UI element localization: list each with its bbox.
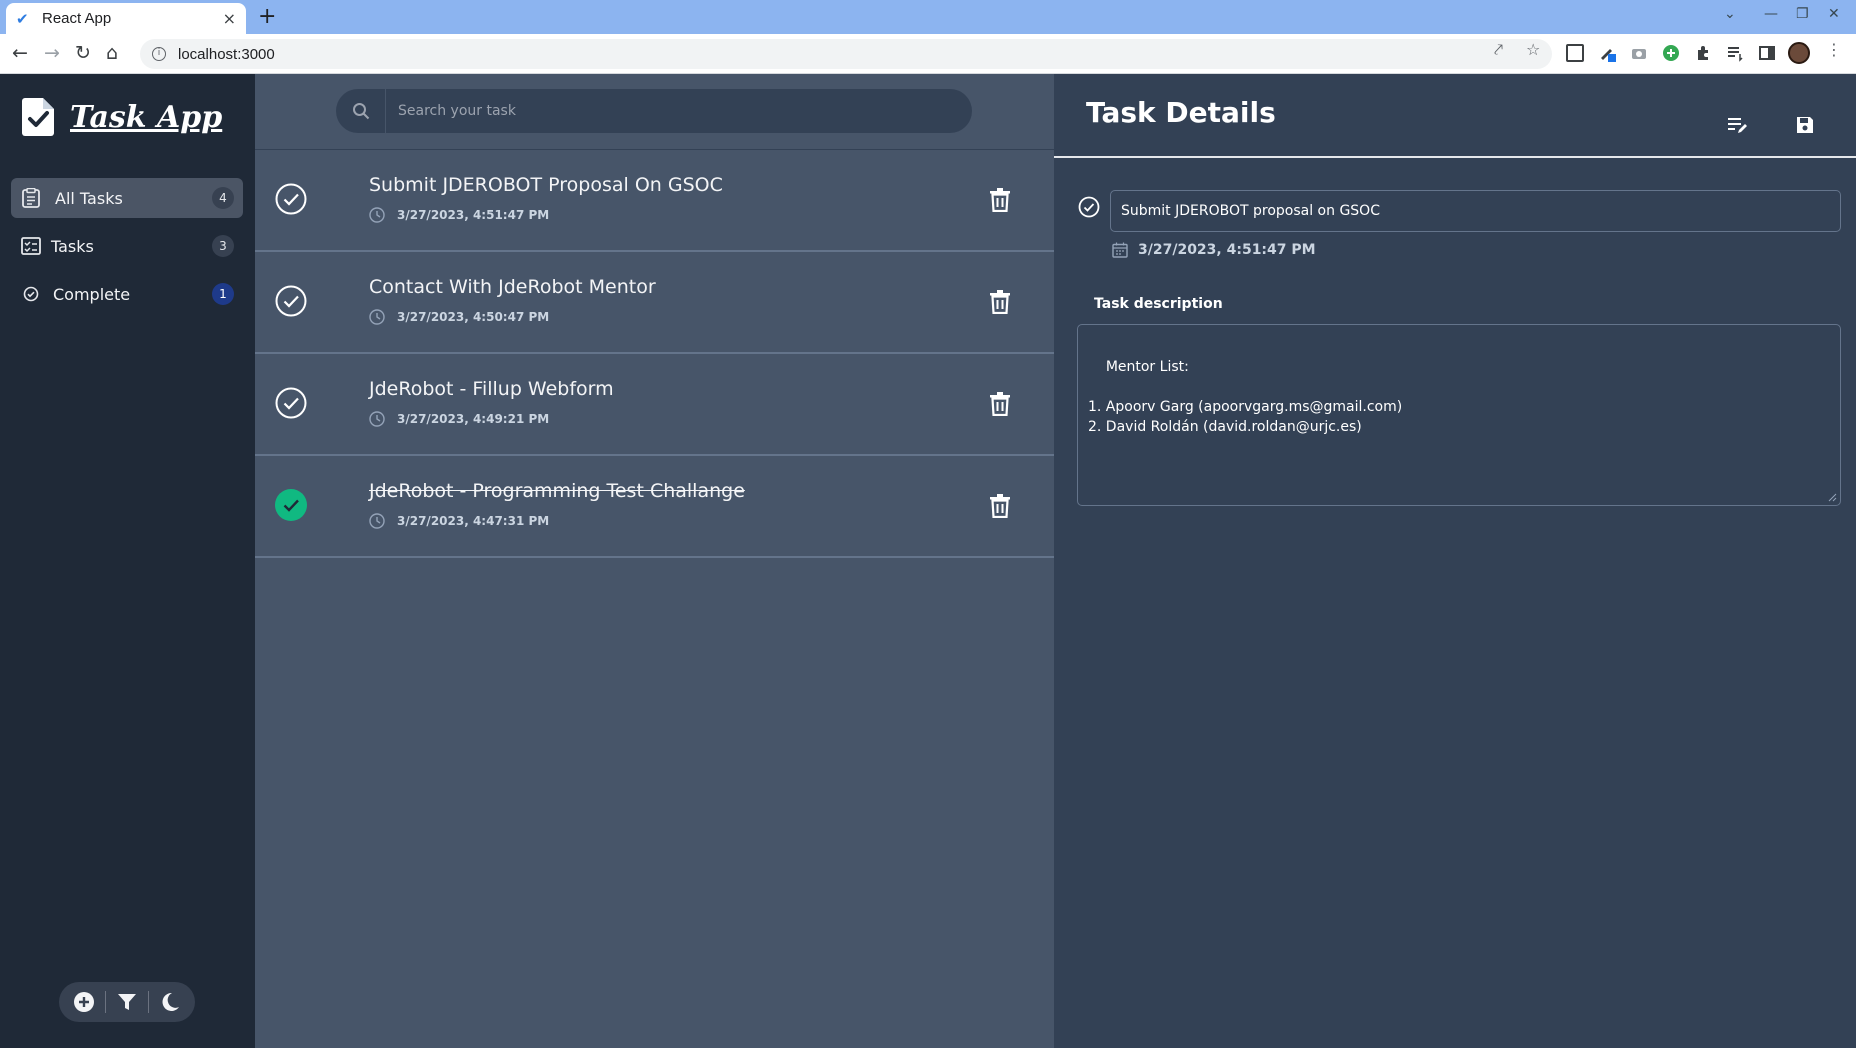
task-details-panel: Task Details Submit JDEROBOT proposal on… [1054,74,1856,1048]
task-file-icon [22,98,54,136]
divider [148,991,149,1013]
search-icon[interactable] [336,89,386,133]
chrome-menu-icon[interactable]: ⋮ [1826,40,1842,59]
url-text: localhost:3000 [178,45,275,63]
tab-title: React App [42,10,112,27]
window-close-icon[interactable]: ✕ [1828,6,1840,22]
divider [105,991,106,1013]
task-title: JdeRobot - Fillup Webform [369,378,614,400]
reading-list-icon[interactable] [1726,44,1744,62]
description-label: Task description [1094,296,1223,312]
count-badge: 3 [212,235,234,257]
clock-icon [369,309,385,325]
clipboard-list-icon [21,188,41,208]
moon-icon[interactable] [157,989,183,1015]
trash-icon[interactable] [989,188,1011,212]
clock-icon [369,207,385,223]
task-title: Contact With JdeRobot Mentor [369,276,656,298]
side-panel-icon[interactable] [1758,44,1776,62]
edit-notes-icon[interactable] [1726,114,1748,136]
reload-icon[interactable]: ↻ [75,42,91,64]
task-date-text: 3/27/2023, 4:47:31 PM [397,514,550,528]
filter-icon[interactable] [114,989,140,1015]
task-list-panel: Submit JDEROBOT Proposal On GSOC 3/27/20… [255,74,1054,1048]
check-circle-icon [21,284,41,304]
minimize-icon[interactable]: — [1764,6,1778,22]
clock-icon [369,513,385,529]
task-date: 3/27/2023, 4:51:47 PM [369,207,549,223]
app-logo[interactable]: Task App [22,98,222,136]
sidebar-item-label: All Tasks [55,188,123,208]
sidebar-item-label: Tasks [51,236,94,256]
address-bar[interactable]: i localhost:3000 [140,39,1552,69]
search-input[interactable] [398,103,958,119]
restore-icon[interactable]: ❐ [1796,6,1809,22]
details-date-text: 3/27/2023, 4:51:47 PM [1138,242,1316,258]
task-date: 3/27/2023, 4:49:21 PM [369,411,549,427]
count-badge: 4 [212,187,234,209]
extensions-puzzle-icon[interactable] [1694,44,1712,62]
bookmark-star-icon[interactable]: ☆ [1526,40,1540,59]
home-icon[interactable]: ⌂ [106,42,118,64]
trash-icon[interactable] [989,494,1011,518]
checklist-icon [21,236,41,256]
task-date: 3/27/2023, 4:50:47 PM [369,309,549,325]
details-header: Task Details [1054,74,1856,158]
browser-toolbar: ← → ↻ ⌂ i localhost:3000 ⤤ ☆ ⋮ [0,34,1856,74]
green-plus-extension-icon[interactable] [1662,44,1680,62]
add-circle-icon[interactable] [71,989,97,1015]
task-item[interactable]: Submit JDEROBOT Proposal On GSOC 3/27/20… [255,150,1054,252]
tab-close-icon[interactable]: × [223,9,236,28]
sidebar-item-tasks[interactable]: Tasks 3 [11,226,243,266]
clock-icon [369,411,385,427]
browser-tab-bar: ✔ React App × + ⌄ — ❐ ✕ [0,0,1856,34]
back-icon[interactable]: ← [12,42,28,64]
check-circle-icon[interactable] [1078,196,1100,218]
search-box[interactable] [336,89,972,133]
details-date: 3/27/2023, 4:51:47 PM [1112,242,1316,258]
task-date-text: 3/27/2023, 4:51:47 PM [397,208,550,222]
share-icon[interactable]: ⤤ [1494,40,1503,60]
description-text: Mentor List: 1. Apoorv Garg (apoorvgarg.… [1088,359,1403,435]
task-item[interactable]: JdeRobot - Fillup Webform 3/27/2023, 4:4… [255,354,1054,456]
forward-icon[interactable]: → [44,42,60,64]
sidebar-toolbar [59,982,195,1022]
task-item-completed[interactable]: JdeRobot - Programming Test Challange 3/… [255,456,1054,558]
pen-extension-icon[interactable] [1598,44,1616,62]
sidebar-item-label: Complete [53,284,131,304]
task-date-text: 3/27/2023, 4:49:21 PM [397,412,550,426]
sidebar-item-all-tasks[interactable]: All Tasks 4 [11,178,243,218]
profile-avatar[interactable] [1788,42,1810,64]
task-item[interactable]: Contact With JdeRobot Mentor 3/27/2023, … [255,252,1054,354]
task-title-field[interactable]: Submit JDEROBOT proposal on GSOC [1110,190,1841,232]
tab-search-icon[interactable]: ⌄ [1724,6,1736,22]
check-circle-icon[interactable] [275,183,307,215]
resize-handle-icon[interactable] [1827,492,1837,502]
site-info-icon[interactable]: i [152,47,166,61]
trash-icon[interactable] [989,392,1011,416]
app-name: Task App [70,99,223,135]
react-favicon-icon: ✔ [16,9,29,28]
check-circle-filled-icon[interactable] [275,489,307,521]
task-date: 3/27/2023, 4:47:31 PM [369,513,549,529]
task-title: JdeRobot - Programming Test Challange [369,480,745,502]
task-description-textarea[interactable]: Mentor List: 1. Apoorv Garg (apoorvgarg.… [1077,324,1841,506]
save-icon[interactable] [1794,114,1816,136]
new-tab-button[interactable]: + [258,4,276,29]
check-circle-icon[interactable] [275,285,307,317]
sidebar-item-complete[interactable]: Complete 1 [11,274,243,314]
trash-icon[interactable] [989,290,1011,314]
picture-in-picture-icon[interactable] [1566,44,1584,62]
count-badge: 1 [212,283,234,305]
browser-tab[interactable]: ✔ React App × [6,3,246,34]
task-date-text: 3/27/2023, 4:50:47 PM [397,310,550,324]
calendar-icon [1112,242,1128,258]
check-circle-icon[interactable] [275,387,307,419]
search-bar-container [255,74,1054,150]
sidebar: Task App All Tasks 4 Tasks 3 Complete 1 [0,74,255,1048]
task-title: Submit JDEROBOT Proposal On GSOC [369,174,723,196]
page-title: Task Details [1086,96,1276,129]
camera-extension-icon[interactable] [1630,44,1648,62]
